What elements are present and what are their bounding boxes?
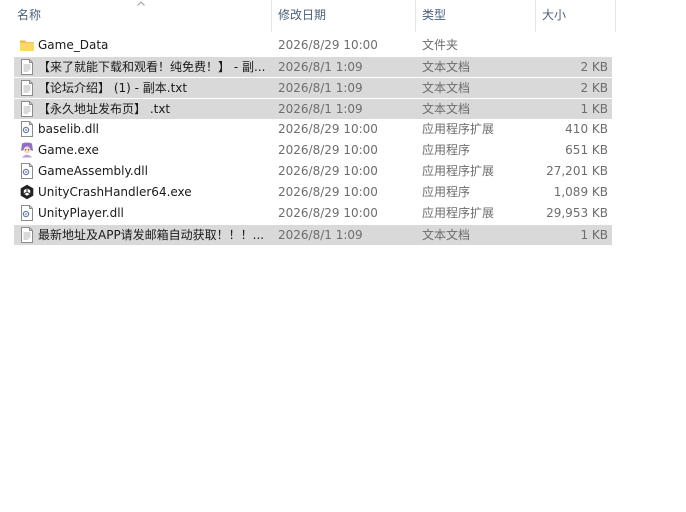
file-size: 410 KB <box>565 122 608 136</box>
text-document-icon <box>19 80 35 96</box>
file-name: Game.exe <box>38 143 99 157</box>
file-modified-date: 2026/8/1 1:09 <box>278 228 363 242</box>
file-type: 应用程序 <box>422 185 471 199</box>
file-name: 【来了就能下载和观看！纯免费！】 - 副... <box>38 60 266 74</box>
file-row[interactable]: UnityCrashHandler64.exe 2026/8/29 10:00 … <box>14 182 612 203</box>
dll-file-icon <box>19 163 35 179</box>
file-type: 文本文档 <box>422 102 471 116</box>
dll-file-icon <box>19 205 35 221</box>
file-type: 应用程序 <box>422 143 471 157</box>
game-app-icon <box>19 142 35 158</box>
file-modified-date: 2026/8/29 10:00 <box>278 164 378 178</box>
file-row[interactable]: Game_Data 2026/8/29 10:00 文件夹 <box>14 35 612 56</box>
file-name: baselib.dll <box>38 122 99 136</box>
file-size: 2 KB <box>580 81 608 95</box>
file-size <box>536 35 608 56</box>
column-header-bar: 名称 修改日期 类型 大小 <box>0 0 686 32</box>
sort-ascending-icon <box>137 1 145 6</box>
column-divider[interactable] <box>615 0 616 32</box>
file-row[interactable]: Game.exe 2026/8/29 10:00 应用程序 651 KB <box>14 140 612 161</box>
column-header-size[interactable]: 大小 <box>537 0 615 32</box>
file-name: GameAssembly.dll <box>38 164 148 178</box>
file-modified-date: 2026/8/29 10:00 <box>278 185 378 199</box>
file-name: UnityPlayer.dll <box>38 206 124 220</box>
file-row[interactable]: 最新地址及APP请发邮箱自动获取！！！... 2026/8/1 1:09 文本文… <box>14 224 612 245</box>
file-size: 1 KB <box>580 102 608 116</box>
column-divider[interactable] <box>535 0 536 32</box>
file-row[interactable]: 【永久地址发布页】 .txt 2026/8/1 1:09 文本文档 1 KB <box>14 98 612 119</box>
file-size: 651 KB <box>565 143 608 157</box>
file-modified-date: 2026/8/29 10:00 <box>278 38 378 52</box>
column-divider[interactable] <box>415 0 416 32</box>
folder-icon <box>19 37 35 53</box>
file-type: 文本文档 <box>422 81 471 95</box>
text-document-icon <box>19 227 35 243</box>
file-modified-date: 2026/8/1 1:09 <box>278 81 363 95</box>
file-size: 1,089 KB <box>553 185 608 199</box>
file-row[interactable]: baselib.dll 2026/8/29 10:00 应用程序扩展 410 K… <box>14 119 612 140</box>
file-name: 【论坛介绍】 (1) - 副本.txt <box>38 81 188 95</box>
file-size: 29,953 KB <box>546 206 608 220</box>
file-type: 文件夹 <box>422 38 459 52</box>
file-name: 【永久地址发布页】 .txt <box>38 102 171 116</box>
file-type: 应用程序扩展 <box>422 206 495 220</box>
file-name: UnityCrashHandler64.exe <box>38 185 192 199</box>
file-type: 文本文档 <box>422 228 471 242</box>
column-header-date[interactable]: 修改日期 <box>273 0 415 32</box>
file-row[interactable]: UnityPlayer.dll 2026/8/29 10:00 应用程序扩展 2… <box>14 203 612 224</box>
unity-logo-icon <box>19 184 35 200</box>
text-document-icon <box>19 101 35 117</box>
file-size: 27,201 KB <box>546 164 608 178</box>
file-name: 最新地址及APP请发邮箱自动获取！！！... <box>38 228 265 242</box>
file-type: 文本文档 <box>422 60 471 74</box>
file-modified-date: 2026/8/29 10:00 <box>278 122 378 136</box>
text-document-icon <box>19 59 35 75</box>
file-row[interactable]: GameAssembly.dll 2026/8/29 10:00 应用程序扩展 … <box>14 161 612 182</box>
file-modified-date: 2026/8/1 1:09 <box>278 102 363 116</box>
column-divider[interactable] <box>271 0 272 32</box>
file-row[interactable]: 【论坛介绍】 (1) - 副本.txt 2026/8/1 1:09 文本文档 2… <box>14 77 612 98</box>
file-modified-date: 2026/8/29 10:00 <box>278 143 378 157</box>
column-header-type[interactable]: 类型 <box>417 0 535 32</box>
file-type: 应用程序扩展 <box>422 164 495 178</box>
file-modified-date: 2026/8/1 1:09 <box>278 60 363 74</box>
file-name: Game_Data <box>38 38 109 52</box>
file-size: 2 KB <box>580 60 608 74</box>
file-row[interactable]: 【来了就能下载和观看！纯免费！】 - 副... 2026/8/1 1:09 文本… <box>14 56 612 77</box>
file-modified-date: 2026/8/29 10:00 <box>278 206 378 220</box>
file-size: 1 KB <box>580 228 608 242</box>
dll-file-icon <box>19 121 35 137</box>
file-type: 应用程序扩展 <box>422 122 495 136</box>
